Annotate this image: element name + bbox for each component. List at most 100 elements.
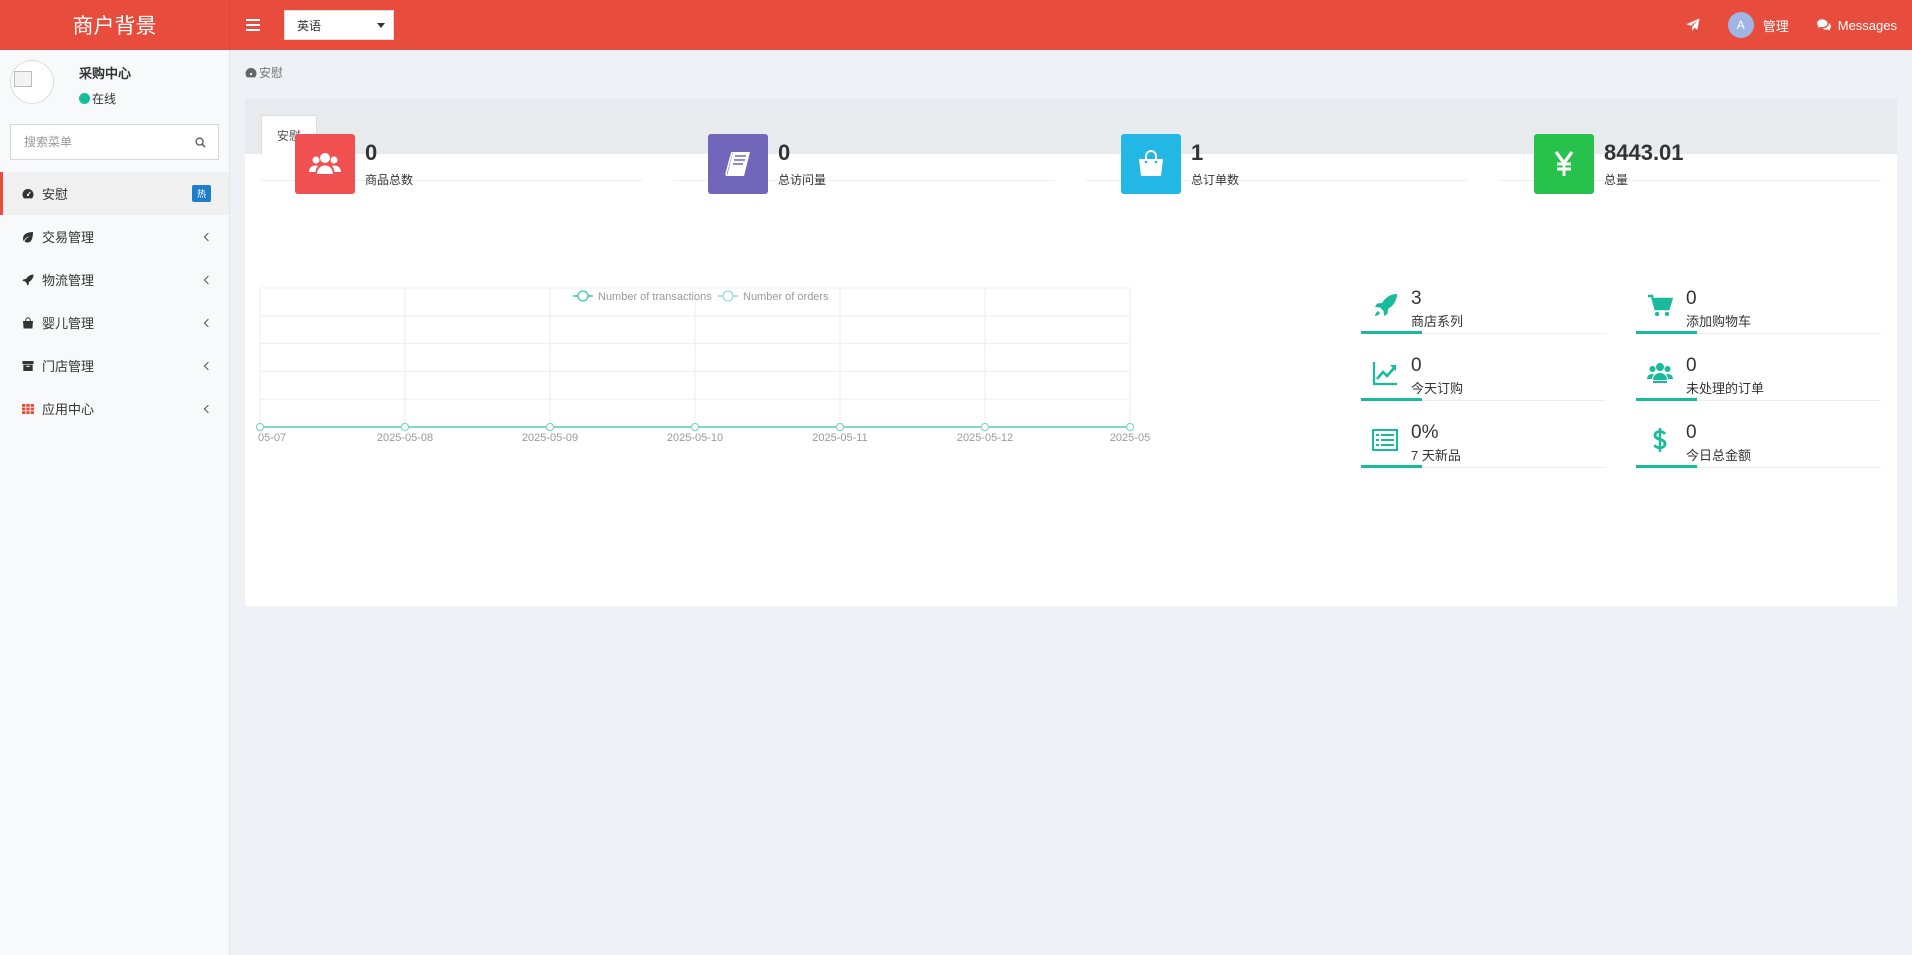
user-avatar: A [1727, 12, 1754, 38]
mini-stat-series: 3 商店系列 [1361, 288, 1606, 334]
chevron-left-icon [203, 361, 213, 370]
paper-plane-icon[interactable] [1686, 18, 1700, 32]
data-point [401, 423, 409, 431]
users-icon [1646, 359, 1674, 387]
data-point [546, 423, 554, 431]
sidebar-toggle-icon[interactable] [246, 19, 260, 31]
sidebar-item-store[interactable]: 门店管理 [0, 344, 229, 387]
progress-bar [1361, 398, 1422, 401]
mini-stat-label: 商店系列 [1411, 314, 1464, 329]
yen-icon [1534, 134, 1594, 194]
x-tick-label: 2025-05-08 [377, 432, 433, 444]
progress-bar [1361, 465, 1422, 468]
legend-label: Number of transactions [598, 291, 712, 303]
online-dot-icon [79, 93, 90, 104]
mini-stat-today-amount: 0 今日总金额 [1636, 422, 1881, 468]
shopping-bag-icon [21, 316, 35, 330]
user-status-label: 在线 [92, 92, 117, 106]
top-navbar: 商户背景 英语 A 管理 Messages [0, 0, 1912, 50]
sidebar-item-label: 门店管理 [42, 359, 95, 374]
hot-badge: 热 [191, 185, 211, 202]
chevron-left-icon [203, 404, 213, 413]
data-point [256, 423, 264, 431]
messages-link[interactable]: Messages [1816, 17, 1897, 33]
stat-value: 1 [1191, 140, 1204, 165]
mini-stat-label: 今天订购 [1411, 381, 1464, 396]
mini-stat-label: 今日总金额 [1686, 448, 1752, 463]
dashboard-panel: 安慰 0 商品总数 0 总访问量 1 总订单数 8443.01 总量 05-07… [245, 99, 1897, 606]
sidebar-item-label: 应用中心 [42, 402, 95, 417]
stat-value: 0 [778, 140, 791, 165]
sidebar-item-logistics[interactable]: 物流管理 [0, 258, 229, 301]
sidebar-item-label: 交易管理 [42, 230, 95, 245]
archive-icon [21, 359, 35, 373]
language-select-value: 英语 [297, 18, 322, 33]
stat-products: 0 商品总数 [260, 99, 642, 194]
search-button[interactable] [182, 125, 218, 159]
stat-value: 0 [365, 140, 378, 165]
mini-stat-value: 0 [1411, 355, 1422, 376]
caret-down-icon [377, 22, 385, 28]
users-icon [295, 134, 355, 194]
stat-label: 总量 [1604, 173, 1629, 187]
x-tick-label: 2025-05-12 [957, 432, 1013, 444]
progress-bar [1636, 465, 1697, 468]
stat-total: 8443.01 总量 [1499, 99, 1881, 194]
legend-marker [722, 290, 734, 302]
breadcrumb: 安慰 [245, 64, 283, 81]
search-menu-input[interactable] [11, 135, 182, 149]
stat-value: 8443.01 [1604, 140, 1684, 165]
x-tick-label: 2025-05-09 [522, 432, 578, 444]
mini-stat-label: 7 天新品 [1411, 448, 1461, 463]
user-menu[interactable]: A 管理 [1727, 12, 1789, 38]
sidebar-item-trade[interactable]: 交易管理 [0, 215, 229, 258]
breadcrumb-item[interactable]: 安慰 [259, 64, 283, 81]
mini-stat-value: 0 [1686, 288, 1697, 309]
mini-stat-unprocessed: 0 未处理的订单 [1636, 355, 1881, 401]
stat-visits: 0 总访问量 [673, 99, 1055, 194]
line-chart: 05-07 2025-05-08 2025-05-09 2025-05-10 2025-… [256, 287, 1150, 444]
chevron-left-icon [203, 318, 213, 327]
mini-stat-value: 0% [1411, 422, 1439, 443]
sidebar-item-label: 物流管理 [42, 273, 95, 288]
user-panel: 采购中心 在线 [0, 50, 229, 122]
mini-stat-today-orders: 0 今天订购 [1361, 355, 1606, 401]
search-icon [194, 136, 206, 148]
sidebar-item-dashboard[interactable]: 安慰 热 [0, 172, 229, 215]
mini-stat-cart: 0 添加购物车 [1636, 288, 1881, 334]
x-tick-label: 2025-05-11 [812, 432, 867, 444]
brand-logo[interactable]: 商户背景 [0, 0, 230, 50]
data-point [836, 423, 844, 431]
messages-label: Messages [1837, 17, 1897, 33]
language-select[interactable]: 英语 [284, 10, 394, 40]
progress-bar [1361, 331, 1422, 334]
mini-stat-value: 0 [1686, 355, 1697, 376]
mini-stat-value: 0 [1686, 422, 1697, 443]
line-chart-icon [1371, 359, 1399, 387]
chevron-left-icon [203, 275, 213, 284]
stat-label: 总访问量 [778, 173, 827, 187]
x-tick-label: 2025-05 [1110, 432, 1150, 444]
data-point [691, 423, 699, 431]
progress-bar [1636, 331, 1697, 334]
dashboard-icon [21, 187, 35, 201]
stat-label: 商品总数 [365, 173, 414, 187]
mini-stat-label: 未处理的订单 [1686, 381, 1765, 396]
user-menu-label: 管理 [1762, 18, 1789, 34]
comments-icon [1816, 19, 1831, 31]
sidebar-item-label: 安慰 [42, 187, 69, 202]
chevron-left-icon [203, 232, 213, 241]
stat-orders: 1 总订单数 [1086, 99, 1468, 194]
sidebar-search [10, 124, 219, 160]
shopping-bag-icon [1121, 134, 1181, 194]
legend-label: Number of orders [743, 291, 829, 303]
sidebar: 采购中心 在线 安慰 热 交易管理 物流管理 婴儿管理 门店管理 [0, 50, 230, 955]
book-icon [708, 134, 768, 194]
sidebar-item-label: 婴儿管理 [42, 316, 95, 331]
sidebar-item-apps[interactable]: 应用中心 [0, 387, 229, 430]
mini-stat-new-products: 0% 7 天新品 [1361, 422, 1606, 468]
transactions-chart: 05-07 2025-05-08 2025-05-09 2025-05-10 2025-… [256, 287, 1335, 483]
sidebar-item-baby[interactable]: 婴儿管理 [0, 301, 229, 344]
x-tick-label: 2025-05-10 [667, 432, 723, 444]
cart-icon [1646, 292, 1674, 320]
